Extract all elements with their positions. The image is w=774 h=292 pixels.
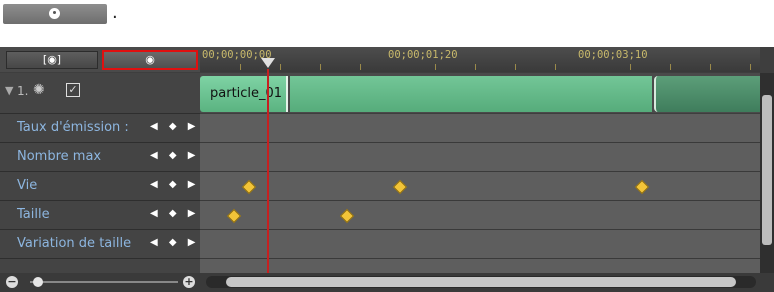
keyframe-nav-buttons[interactable]: ◀ ◆ ▶ (150, 179, 199, 190)
keyframe-lane[interactable] (200, 230, 760, 259)
keyframe-nav-buttons[interactable]: ◀ ◆ ▶ (150, 237, 199, 248)
particle-track: particle_01 (200, 73, 760, 113)
keyframe-diamond[interactable] (392, 179, 408, 195)
timeline-mode-button-example (3, 4, 107, 24)
empty-row (0, 259, 200, 274)
clip-label: particle_01 (210, 86, 283, 101)
timecode-label: 00;00;01;20 (388, 49, 458, 61)
keyframe-diamond[interactable] (226, 208, 242, 224)
track-index: 1. (17, 84, 29, 98)
keyframe-nav-buttons[interactable]: ◀ ◆ ▶ (150, 150, 199, 161)
property-label: Vie (17, 178, 38, 193)
property-label: Nombre max (17, 149, 102, 164)
zoom-slider[interactable] (30, 281, 178, 283)
keyframe-lane[interactable] (200, 172, 760, 201)
playhead-handle[interactable] (261, 58, 275, 68)
property-row-life: Vie ◀ ◆ ▶ (0, 172, 200, 201)
keyframe-diamond[interactable] (634, 179, 650, 195)
snippet-text: . (112, 2, 118, 23)
keyframe-nav-buttons[interactable]: ◀ ◆ ▶ (150, 121, 199, 132)
track-header[interactable]: ▼ 1. ✺ ✓ (0, 73, 200, 114)
vertical-scroll-thumb[interactable] (762, 95, 772, 245)
timeline-panel: [◉] ◉ 00;00;00;00 00;00;01;20 00;00;03;1… (0, 47, 774, 292)
particle-icon: ✺ (33, 82, 45, 98)
property-row-max-count: Nombre max ◀ ◆ ▶ (0, 143, 200, 172)
view-mode-left-button[interactable]: [◉] (6, 51, 98, 69)
property-row-size-variation: Variation de taille ◀ ◆ ▶ (0, 230, 200, 259)
zoom-slider-knob[interactable] (33, 277, 43, 287)
keyframe-lane[interactable] (200, 114, 760, 143)
view-mode-right-button[interactable]: ◉ (102, 50, 198, 70)
track-enable-checkbox[interactable]: ✓ (66, 83, 80, 97)
keyframe-lane[interactable] (200, 143, 760, 172)
property-row-emission-rate: Taux d'émission : ◀ ◆ ▶ (0, 114, 200, 143)
clip-particle-01[interactable]: particle_01 (200, 76, 288, 112)
clip-body[interactable] (290, 76, 652, 112)
empty-lane (200, 259, 760, 274)
property-label: Taille (17, 207, 50, 222)
timeline-header: [◉] ◉ (0, 47, 200, 72)
keyframe-nav-buttons[interactable]: ◀ ◆ ▶ (150, 208, 199, 219)
zoom-in-button[interactable]: + (183, 276, 195, 288)
time-ruler[interactable]: 00;00;00;00 00;00;01;20 00;00;03;10 (200, 47, 760, 72)
playhead-line[interactable] (267, 69, 269, 276)
horizontal-scrollbar[interactable] (206, 276, 756, 288)
timeline-footer: − + (0, 273, 774, 292)
record-icon (49, 8, 60, 19)
horizontal-scroll-thumb[interactable] (226, 277, 736, 287)
property-row-size: Taille ◀ ◆ ▶ (0, 201, 200, 230)
property-label: Variation de taille (17, 236, 132, 251)
zoom-out-button[interactable]: − (6, 276, 18, 288)
keyframe-diamond[interactable] (339, 208, 355, 224)
property-label: Taux d'émission : (17, 120, 129, 135)
keyframe-lane[interactable] (200, 201, 760, 230)
keyframe-diamond[interactable] (241, 179, 257, 195)
timecode-label: 00;00;03;10 (578, 49, 648, 61)
collapse-arrow-icon[interactable]: ▼ (5, 84, 13, 97)
clip-segment[interactable] (654, 76, 760, 112)
vertical-scrollbar[interactable] (760, 73, 774, 273)
